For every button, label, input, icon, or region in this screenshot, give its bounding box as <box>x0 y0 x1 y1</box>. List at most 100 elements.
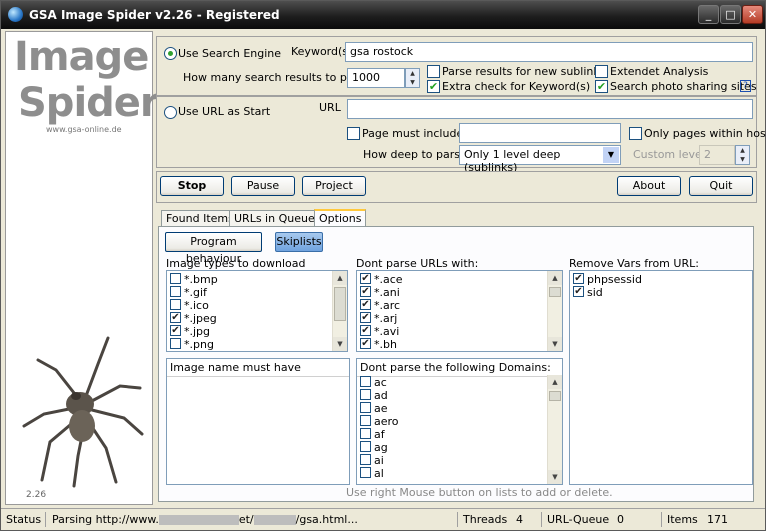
list-item-checkbox[interactable]: ✔ <box>360 338 371 349</box>
dont-parse-domain-item[interactable]: af <box>357 428 547 441</box>
photo-sharing-checkbox[interactable]: ✔ <box>595 80 608 93</box>
dont-parse-domain-item[interactable]: ac <box>357 376 547 389</box>
dont-parse-urls-scrollbar[interactable]: ▲ ▼ <box>547 271 562 351</box>
list-item-checkbox[interactable] <box>360 389 371 400</box>
scroll-up-icon[interactable]: ▲ <box>333 271 347 285</box>
list-item-checkbox[interactable] <box>360 415 371 426</box>
title-bar: GSA Image Spider v2.26 - Registered _ □ … <box>1 1 765 29</box>
remove-var-item[interactable]: ✔ sid <box>570 286 752 299</box>
image-type-item[interactable]: *.png <box>167 338 347 351</box>
list-item-checkbox[interactable]: ✔ <box>360 273 371 284</box>
app-globe-icon[interactable] <box>8 7 23 22</box>
close-button[interactable]: ✕ <box>742 5 763 24</box>
pause-button[interactable]: Pause <box>231 176 295 196</box>
scroll-down-icon[interactable]: ▼ <box>333 337 347 351</box>
dont-parse-domain-item[interactable]: ad <box>357 389 547 402</box>
dont-parse-url-item[interactable]: ✔ *.bh <box>357 338 562 351</box>
scroll-thumb[interactable] <box>549 391 561 401</box>
image-type-item[interactable]: ✔ *.jpeg <box>167 312 347 325</box>
dont-parse-url-item[interactable]: ✔ *.arj <box>357 312 562 325</box>
list-item-checkbox[interactable] <box>360 467 371 478</box>
scroll-up-icon[interactable]: ▲ <box>548 271 562 285</box>
dont-parse-domain-item[interactable]: ag <box>357 441 547 454</box>
skiplists-button[interactable]: Skiplists <box>275 232 323 252</box>
list-item-checkbox[interactable] <box>170 299 181 310</box>
extra-check-keyword-checkbox[interactable]: ✔ <box>427 80 440 93</box>
list-item-checkbox[interactable]: ✔ <box>573 286 584 297</box>
use-search-engine-radio[interactable] <box>164 47 177 60</box>
use-url-start-radio[interactable] <box>164 106 177 119</box>
dont-parse-url-item[interactable]: ✔ *.arc <box>357 299 562 312</box>
image-types-list[interactable]: *.bmp *.gif *.ico ✔ *.jpeg ✔ *.jpg *.png ▲ ▼ <box>166 270 348 352</box>
tab-options[interactable]: Options <box>314 209 367 227</box>
list-item-checkbox[interactable] <box>360 441 371 452</box>
page-must-include-checkbox[interactable] <box>347 127 360 140</box>
dont-parse-domains-box[interactable]: Dont parse the following Domains: ac ad ae… <box>356 358 563 485</box>
image-type-item[interactable]: ✔ *.jpg <box>167 325 347 338</box>
list-item-checkbox[interactable]: ✔ <box>360 325 371 336</box>
list-item-checkbox[interactable]: ✔ <box>360 299 371 310</box>
page-must-include-input[interactable] <box>459 123 621 143</box>
list-item-checkbox[interactable]: ✔ <box>170 325 181 336</box>
image-name-box[interactable]: Image name must have <box>166 358 350 485</box>
chevron-down-icon[interactable]: ▼ <box>603 147 619 163</box>
image-types-scrollbar[interactable]: ▲ ▼ <box>332 271 347 351</box>
stop-button[interactable]: Stop <box>160 176 224 196</box>
scroll-thumb[interactable] <box>334 287 346 321</box>
url-input[interactable] <box>347 99 753 119</box>
scroll-down-icon[interactable]: ▼ <box>548 337 562 351</box>
list-item-checkbox[interactable] <box>360 454 371 465</box>
list-item-checkbox[interactable]: ✔ <box>360 312 371 323</box>
dont-parse-domain-item[interactable]: al <box>357 467 547 480</box>
depth-select[interactable]: Only 1 level deep (sublinks) ▼ <box>459 145 621 174</box>
minimize-button[interactable]: _ <box>698 5 719 24</box>
search-results-input[interactable]: 1000 <box>347 68 405 88</box>
dont-parse-url-item[interactable]: ✔ *.ani <box>357 286 562 299</box>
maximize-button[interactable]: □ <box>720 5 741 24</box>
dont-parse-url-item[interactable]: ✔ *.avi <box>357 325 562 338</box>
search-results-spinner[interactable]: ▲ ▼ <box>405 68 420 88</box>
status-parsing-text: Parsing http://www. et/ /gsa.html... <box>52 513 358 526</box>
list-item-checkbox[interactable]: ✔ <box>170 312 181 323</box>
program-behaviour-button[interactable]: Program behaviour <box>165 232 262 265</box>
threads-value: 4 <box>516 513 523 526</box>
list-item-label: *.arc <box>374 299 401 312</box>
remove-vars-list[interactable]: ✔ phpsessid ✔ sid <box>569 270 753 485</box>
list-item-checkbox[interactable] <box>360 428 371 439</box>
scroll-up-icon[interactable]: ▲ <box>548 375 562 389</box>
about-button[interactable]: About <box>617 176 681 196</box>
dont-parse-domain-item[interactable]: ae <box>357 402 547 415</box>
help-icon[interactable]: ? <box>740 80 751 92</box>
list-item-checkbox[interactable] <box>360 376 371 387</box>
tab-found-items[interactable]: Found Items <box>161 210 239 227</box>
list-item-checkbox[interactable]: ✔ <box>573 273 584 284</box>
only-within-host-checkbox[interactable] <box>629 127 642 140</box>
list-item-checkbox[interactable] <box>360 402 371 413</box>
list-item-checkbox[interactable] <box>170 286 181 297</box>
image-type-item[interactable]: *.gif <box>167 286 347 299</box>
url-queue-value: 0 <box>617 513 624 526</box>
image-type-item[interactable]: *.ico <box>167 299 347 312</box>
dont-parse-domain-item[interactable]: ai <box>357 454 547 467</box>
keyword-input[interactable]: gsa rostock <box>345 42 753 62</box>
list-item-checkbox[interactable] <box>170 338 181 349</box>
tab-urls-in-queue[interactable]: URLs in Queue <box>229 210 320 227</box>
dont-parse-url-item[interactable]: ✔ *.ace <box>357 273 562 286</box>
quit-button[interactable]: Quit <box>689 176 753 196</box>
extended-analysis-checkbox[interactable] <box>595 65 608 78</box>
custom-level-input[interactable]: 2 <box>699 145 735 165</box>
domains-scrollbar[interactable]: ▲ ▼ <box>547 375 562 484</box>
list-item-checkbox[interactable]: ✔ <box>360 286 371 297</box>
parse-sublinks-checkbox[interactable] <box>427 65 440 78</box>
image-name-header: Image name must have <box>167 359 349 377</box>
list-item-label: *.ico <box>184 299 209 312</box>
dont-parse-domain-item[interactable]: aero <box>357 415 547 428</box>
image-type-item[interactable]: *.bmp <box>167 273 347 286</box>
custom-level-spinner[interactable]: ▲ ▼ <box>735 145 750 165</box>
dont-parse-urls-list[interactable]: ✔ *.ace ✔ *.ani ✔ *.arc ✔ *.arj ✔ *.avi ✔ *.bh ▲ ▼ <box>356 270 563 352</box>
scroll-down-icon[interactable]: ▼ <box>548 470 562 484</box>
list-item-checkbox[interactable] <box>170 273 181 284</box>
scroll-thumb[interactable] <box>549 287 561 297</box>
remove-var-item[interactable]: ✔ phpsessid <box>570 273 752 286</box>
project-button[interactable]: Project <box>302 176 366 196</box>
